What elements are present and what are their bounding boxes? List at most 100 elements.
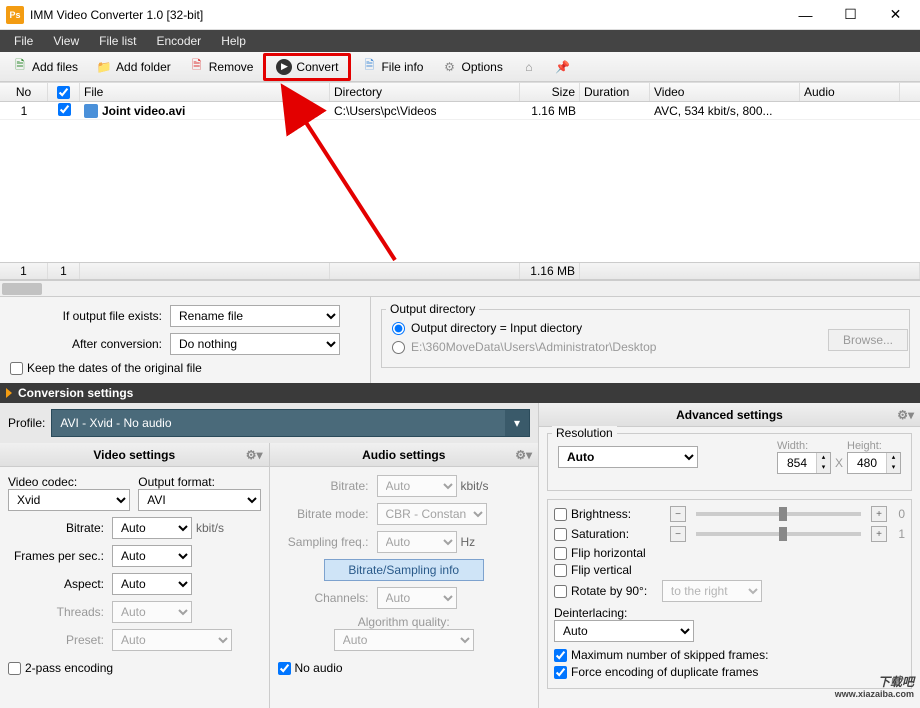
rotate-checkbox[interactable] xyxy=(554,585,567,598)
algo-label: Algorithm quality: xyxy=(278,615,531,629)
options-button[interactable]: ⚙Options xyxy=(433,56,510,78)
header-checkbox[interactable] xyxy=(57,86,70,99)
amode-label: Bitrate mode: xyxy=(278,507,373,521)
resolution-fieldset: Resolution Auto Width: ▴▾ X Height: ▴▾ xyxy=(547,433,912,491)
profile-select[interactable]: AVI - Xvid - No audio ▾ xyxy=(51,409,530,437)
spin-down-icon[interactable]: ▾ xyxy=(886,463,900,473)
twopass-label: 2-pass encoding xyxy=(25,661,113,675)
saturation-value: 1 xyxy=(893,527,905,541)
collapse-icon xyxy=(6,388,12,398)
fps-label: Frames per sec.: xyxy=(8,549,108,563)
menu-encoder[interactable]: Encoder xyxy=(146,31,211,51)
rotate-select: to the right xyxy=(662,580,762,602)
table-row[interactable]: 1 Joint video.avi C:\Users\pc\Videos 1.1… xyxy=(0,102,920,120)
row-checkbox[interactable] xyxy=(58,103,71,116)
amode-select: CBR - Constant xyxy=(377,503,487,525)
bitrate-select[interactable]: Auto xyxy=(112,517,192,539)
col-audio[interactable]: Audio xyxy=(800,83,900,101)
afreq-label: Sampling freq.: xyxy=(278,535,373,549)
home-button[interactable]: ⌂ xyxy=(513,56,545,78)
menu-filelist[interactable]: File list xyxy=(89,31,146,51)
maxskip-checkbox[interactable] xyxy=(554,649,567,662)
convert-button[interactable]: ▶Convert xyxy=(263,53,351,81)
height-input[interactable] xyxy=(848,453,886,473)
maximize-button[interactable]: ☐ xyxy=(828,0,873,30)
menu-file[interactable]: File xyxy=(4,31,43,51)
gear-icon[interactable]: ⚙▾ xyxy=(515,448,532,462)
output-dir-radio-input[interactable] xyxy=(392,322,405,335)
col-checkbox[interactable] xyxy=(48,83,80,101)
width-input[interactable] xyxy=(778,453,816,473)
spin-down-icon[interactable]: ▾ xyxy=(816,463,830,473)
menu-help[interactable]: Help xyxy=(211,31,256,51)
spin-up-icon[interactable]: ▴ xyxy=(816,453,830,463)
forcedup-checkbox[interactable] xyxy=(554,666,567,679)
ifexists-select[interactable]: Rename file xyxy=(170,305,340,327)
slider-thumb[interactable] xyxy=(779,527,787,541)
aspect-select[interactable]: Auto xyxy=(112,573,192,595)
output-directory-legend: Output directory xyxy=(386,302,479,316)
saturation-slider[interactable] xyxy=(696,532,861,536)
mid-panel: If output file exists: Rename file After… xyxy=(0,296,920,383)
video-codec-select[interactable]: Xvid xyxy=(8,489,130,511)
minus-button[interactable]: − xyxy=(670,506,686,522)
width-spinner[interactable]: ▴▾ xyxy=(777,452,831,474)
col-duration[interactable]: Duration xyxy=(580,83,650,101)
pin-button[interactable]: 📌 xyxy=(547,56,579,78)
add-folder-label: Add folder xyxy=(116,60,171,74)
browse-button[interactable]: Browse... xyxy=(828,329,908,351)
noaudio-checkbox[interactable] xyxy=(278,662,291,675)
horizontal-scrollbar[interactable] xyxy=(0,280,920,296)
bitrate-label: Bitrate: xyxy=(8,521,108,535)
afterconv-select[interactable]: Do nothing xyxy=(170,333,340,355)
spin-up-icon[interactable]: ▴ xyxy=(886,453,900,463)
mid-left: If output file exists: Rename file After… xyxy=(0,297,370,383)
noaudio-label: No audio xyxy=(295,661,343,675)
col-no[interactable]: No xyxy=(0,83,48,101)
remove-button[interactable]: 🗎Remove xyxy=(181,56,262,78)
col-directory[interactable]: Directory xyxy=(330,83,520,101)
brightness-slider[interactable] xyxy=(696,512,861,516)
gear-icon[interactable]: ⚙▾ xyxy=(897,408,914,422)
file-info-icon: 🗎 xyxy=(361,59,377,75)
output-dir-radio-custom[interactable] xyxy=(392,341,405,354)
output-format-select[interactable]: AVI xyxy=(138,489,260,511)
bitrate-sampling-info-button[interactable]: Bitrate/Sampling info xyxy=(324,559,484,581)
col-file[interactable]: File xyxy=(80,83,330,101)
conversion-settings-header[interactable]: Conversion settings xyxy=(0,383,920,403)
col-video[interactable]: Video xyxy=(650,83,800,101)
video-settings-header: Video settings ⚙▾ xyxy=(0,443,269,467)
keepdates-checkbox[interactable] xyxy=(10,362,23,375)
convert-label: Convert xyxy=(296,60,338,74)
profile-value: AVI - Xvid - No audio xyxy=(60,416,171,430)
menu-view[interactable]: View xyxy=(43,31,89,51)
output-dir-radio-custom-label: E:\360MoveData\Users\Administrator\Deskt… xyxy=(411,340,656,354)
plus-button[interactable]: + xyxy=(871,506,887,522)
scrollbar-thumb[interactable] xyxy=(2,283,42,295)
twopass-checkbox[interactable] xyxy=(8,662,21,675)
slider-thumb[interactable] xyxy=(779,507,787,521)
add-files-button[interactable]: 🗎Add files xyxy=(4,56,86,78)
filters-fieldset: Brightness: − + 0 Saturation: − + 1 Flip… xyxy=(547,499,912,689)
add-folder-button[interactable]: 📁Add folder xyxy=(88,56,179,78)
saturation-checkbox[interactable] xyxy=(554,528,567,541)
resolution-select[interactable]: Auto xyxy=(558,446,698,468)
flipv-checkbox[interactable] xyxy=(554,564,567,577)
fliph-checkbox[interactable] xyxy=(554,547,567,560)
ifexists-label: If output file exists: xyxy=(10,309,170,323)
col-size[interactable]: Size xyxy=(520,83,580,101)
brightness-checkbox[interactable] xyxy=(554,508,567,521)
deint-select[interactable]: Auto xyxy=(554,620,694,642)
menubar: File View File list Encoder Help xyxy=(0,30,920,52)
plus-button[interactable]: + xyxy=(871,526,887,542)
file-info-button[interactable]: 🗎File info xyxy=(353,56,431,78)
gear-icon[interactable]: ⚙▾ xyxy=(246,448,263,462)
threads-select: Auto xyxy=(112,601,192,623)
settings-left: Profile: AVI - Xvid - No audio ▾ Video s… xyxy=(0,403,538,708)
height-spinner[interactable]: ▴▾ xyxy=(847,452,901,474)
close-button[interactable]: ✕ xyxy=(873,0,918,30)
minus-button[interactable]: − xyxy=(670,526,686,542)
minimize-button[interactable]: ― xyxy=(783,0,828,30)
brightness-value: 0 xyxy=(893,507,905,521)
fps-select[interactable]: Auto xyxy=(112,545,192,567)
